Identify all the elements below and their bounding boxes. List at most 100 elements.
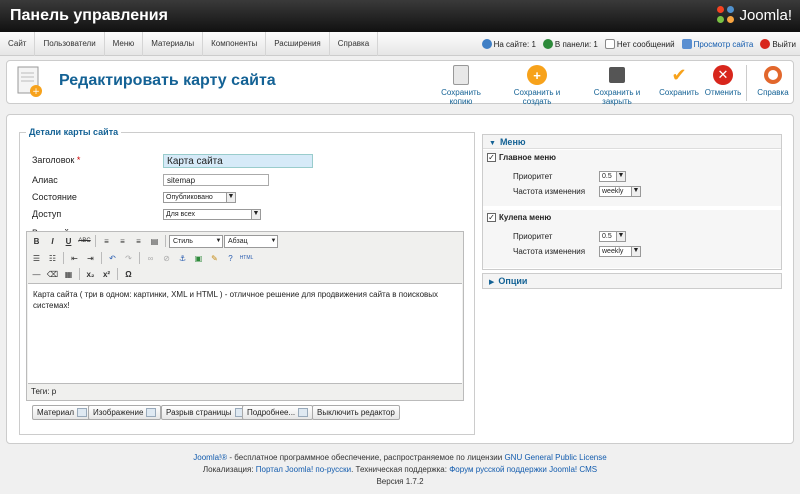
frequency-label: Частота изменения (513, 247, 586, 256)
help-icon[interactable]: ? (223, 251, 238, 265)
menu-panel: ▼ Меню ✓ Главное меню Приоритет 0.5 ▼ Част… (482, 134, 782, 270)
save-new-button[interactable]: + Сохранить и создать (499, 65, 575, 106)
dropdown-arrow-icon: ▼ (226, 193, 235, 202)
readmore-button[interactable]: Подробнее... (242, 405, 314, 420)
joomla-logo[interactable]: Joomla! (717, 6, 792, 24)
toggle-editor-button[interactable]: Выключить редактор (312, 405, 400, 420)
view-site-link[interactable]: Просмотр сайта (681, 39, 753, 49)
align-right-icon[interactable]: ≡ (131, 234, 146, 248)
html-source-icon[interactable]: HTML (239, 251, 254, 265)
subscript-icon[interactable]: x₂ (83, 267, 98, 281)
access-label: Доступ (32, 209, 62, 219)
main-menu-checkbox-row[interactable]: ✓ Главное меню (487, 153, 556, 162)
menu-panel-header[interactable]: ▼ Меню (483, 135, 781, 149)
image-button[interactable]: Изображение (88, 405, 162, 420)
frequency-select[interactable]: weekly ▼ (599, 246, 641, 257)
menu-item-site[interactable]: Сайт (0, 32, 36, 56)
article-button[interactable]: Материал (32, 405, 93, 420)
menu-item-extensions[interactable]: Расширения (266, 32, 330, 56)
align-center-icon[interactable]: ≡ (115, 234, 130, 248)
redo-icon[interactable]: ↷ (121, 251, 136, 265)
dropdown-arrow-icon: ▼ (616, 232, 625, 241)
checkbox-checked-icon[interactable]: ✓ (487, 153, 496, 162)
footer: Joomla!® - бесплатное программное обеспе… (0, 452, 800, 488)
bold-icon[interactable]: B (29, 234, 44, 248)
lifebuoy-icon (764, 66, 782, 84)
link-icon[interactable]: ∞ (143, 251, 158, 265)
article-icon (77, 408, 88, 417)
help-button[interactable]: Справка (755, 65, 791, 97)
special-char-icon[interactable]: Ω (121, 267, 136, 281)
access-select[interactable]: Для всех ▼ (163, 209, 261, 220)
checkmark-icon: ✔ (671, 64, 687, 85)
admin-header: Панель управления Joomla! (0, 0, 800, 32)
strikethrough-icon[interactable]: ABC (77, 234, 92, 248)
dropdown-arrow-icon: ▼ (631, 247, 640, 256)
status-messages[interactable]: Нет сообщений (604, 39, 675, 49)
priority-label: Приоритет (513, 172, 553, 181)
save-button[interactable]: ✔ Сохранить (659, 64, 699, 98)
frequency-select[interactable]: weekly ▼ (599, 186, 641, 197)
superscript-icon[interactable]: x² (99, 267, 114, 281)
priority-select[interactable]: 0.5 ▼ (599, 231, 626, 242)
collapsed-triangle-icon: ▶ (489, 279, 495, 286)
pagebreak-button[interactable]: Разрыв страницы (161, 405, 250, 420)
joomla-logo-text: Joomla! (739, 6, 792, 24)
underline-icon[interactable]: U (61, 234, 76, 248)
anchor-icon[interactable]: ⚓ (175, 251, 190, 265)
menu-item-content[interactable]: Материалы (143, 32, 204, 56)
title-input[interactable]: Карта сайта (163, 154, 313, 168)
priority-label: Приоритет (513, 232, 553, 241)
support-forum-link[interactable]: Форум русской поддержки Joomla! CMS (449, 465, 597, 474)
status-on-site: На сайте: 1 (481, 39, 536, 49)
save-close-button[interactable]: Сохранить и закрыть (579, 65, 655, 106)
remove-format-icon[interactable]: ⌫ (45, 267, 60, 281)
joomla-russian-portal-link[interactable]: Портал Joomla! по-русски (256, 465, 351, 474)
picture-icon (146, 408, 157, 417)
undo-icon[interactable]: ↶ (105, 251, 120, 265)
align-left-icon[interactable]: ≡ (99, 234, 114, 248)
title-label: Заголовок * (32, 155, 81, 165)
style-select[interactable]: Стиль ▼ (169, 234, 223, 248)
checkbox-checked-icon[interactable]: ✓ (487, 213, 496, 222)
frequency-label: Частота изменения (513, 187, 586, 196)
menu-item-help[interactable]: Справка (330, 32, 379, 56)
main-panel: Детали карты сайта Заголовок * Карта сай… (6, 114, 794, 444)
unlink-icon[interactable]: ⊘ (159, 251, 174, 265)
save-copy-button[interactable]: Сохранить копию (431, 65, 491, 106)
alias-label: Алиас (32, 175, 58, 185)
alias-input[interactable]: sitemap (163, 174, 269, 186)
joomla-link[interactable]: Joomla!® (193, 453, 227, 462)
logout-link[interactable]: Выйти (760, 39, 796, 49)
cancel-button[interactable]: ✕ Отменить (703, 65, 743, 97)
editor-toolbar-row-2: ☰ ☷ ⇤ ⇥ ↶ ↷ ∞ ⊘ ⚓ ▣ ✎ ? HTML (29, 250, 254, 266)
editor-toolbar-row-1: B I U ABC ≡ ≡ ≡ ▤ Стиль ▼ Абзац ▼ (29, 233, 278, 249)
cleanup-icon[interactable]: ✎ (207, 251, 222, 265)
numbered-list-icon[interactable]: ☷ (45, 251, 60, 265)
horizontal-rule-icon[interactable]: — (29, 267, 44, 281)
menu-item-components[interactable]: Компоненты (203, 32, 267, 56)
priority-select[interactable]: 0.5 ▼ (599, 171, 626, 182)
status-bar: На сайте: 1 В панели: 1 Нет сообщений Пр… (481, 32, 796, 56)
svg-text:+: + (32, 87, 40, 97)
align-justify-icon[interactable]: ▤ (147, 234, 162, 248)
menu-item-menus[interactable]: Меню (105, 32, 144, 56)
kulepa-menu-checkbox-row[interactable]: ✓ Кулепа меню (487, 213, 551, 222)
indent-icon[interactable]: ⇥ (83, 251, 98, 265)
menu-item-users[interactable]: Пользователи (35, 32, 105, 56)
bullet-list-icon[interactable]: ☰ (29, 251, 44, 265)
options-panel-header[interactable]: ▶ Опции (483, 274, 781, 288)
editor-content-area[interactable]: Карта сайта ( три в одном: картинки, XML… (28, 283, 462, 384)
format-select[interactable]: Абзац ▼ (224, 234, 278, 248)
visual-aid-icon[interactable]: ▦ (61, 267, 76, 281)
gpl-link[interactable]: GNU General Public License (504, 453, 606, 462)
editor-path: Теги: p (31, 387, 57, 396)
state-select[interactable]: Опубликовано ▼ (163, 192, 236, 203)
page-title: Редактировать карту сайта (59, 72, 276, 89)
dropdown-arrow-icon: ▼ (251, 210, 260, 219)
image-icon[interactable]: ▣ (191, 251, 206, 265)
italic-icon[interactable]: I (45, 234, 60, 248)
outdent-icon[interactable]: ⇤ (67, 251, 82, 265)
sitemap-page-icon: + (17, 66, 42, 97)
admin-users-icon (542, 39, 553, 49)
